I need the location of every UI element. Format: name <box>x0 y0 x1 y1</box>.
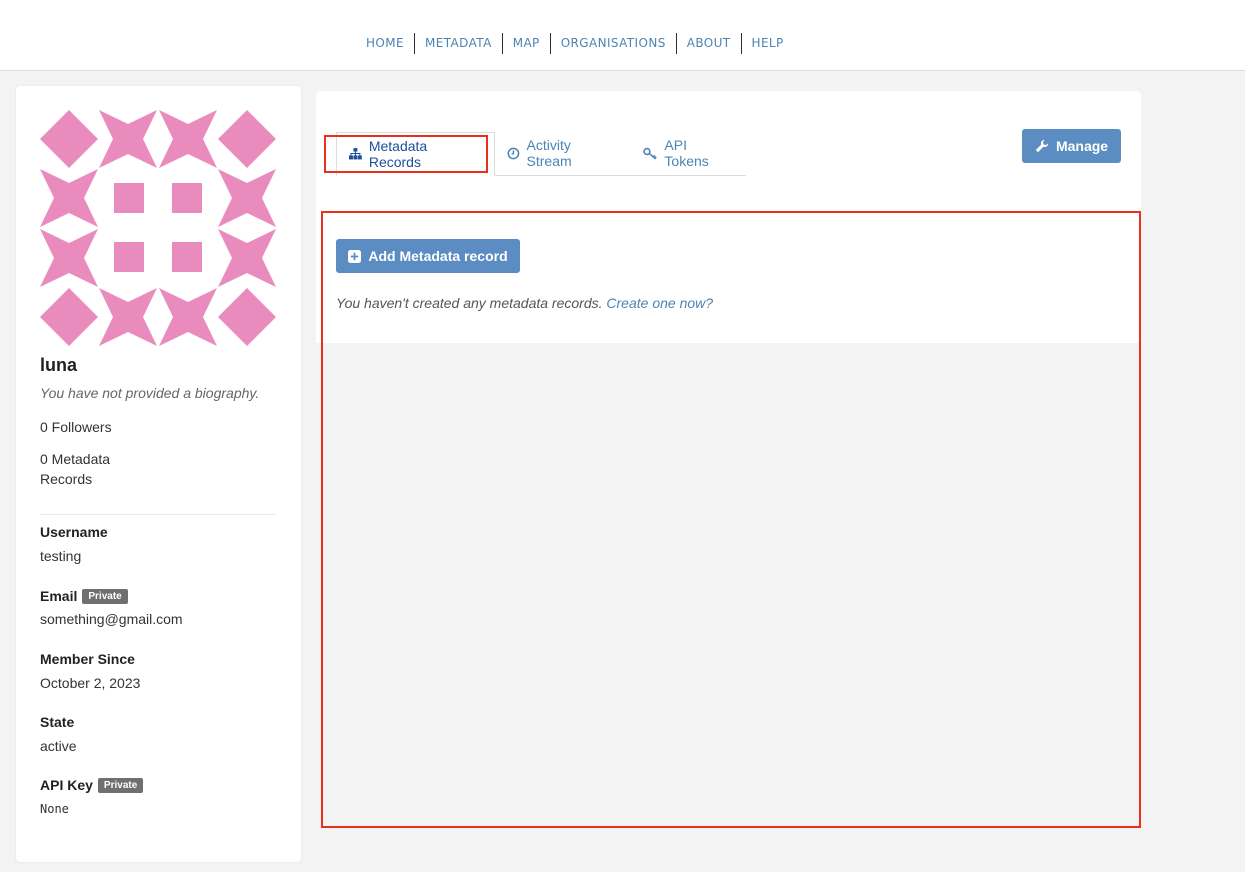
user-name: luna <box>40 355 78 375</box>
state-label: State <box>40 714 75 730</box>
api-key-label-row: API Key Private <box>40 777 144 793</box>
email-private-badge: Private <box>82 589 128 604</box>
followers-count: 0 Followers <box>40 419 112 435</box>
main-nav: HOME METADATA MAP ORGANISATIONS ABOUT HE… <box>356 33 794 54</box>
tab-activity-stream[interactable]: Activity Stream <box>495 131 631 175</box>
email-label-row: Email Private <box>40 588 128 604</box>
wrench-icon <box>1035 139 1049 153</box>
tab-api-tokens[interactable]: API Tokens <box>631 131 746 175</box>
tab-label: API Tokens <box>664 137 709 169</box>
user-bio: You have not provided a biography. <box>40 385 260 401</box>
highlight-box-content <box>321 211 1141 828</box>
email-label: Email <box>40 588 78 604</box>
username-label: Username <box>40 524 108 540</box>
key-icon <box>642 147 657 160</box>
state-value: active <box>40 738 77 754</box>
profile-sidebar: luna You have not provided a biography. … <box>16 86 301 862</box>
api-key-label: API Key <box>40 777 93 793</box>
highlight-box-tab <box>324 135 488 173</box>
api-key-value: None <box>40 802 69 816</box>
username-value: testing <box>40 548 82 564</box>
nav-help[interactable]: HELP <box>742 33 794 54</box>
member-since-label: Member Since <box>40 651 135 667</box>
sidebar-divider <box>40 514 276 515</box>
tab-label: Activity Stream <box>526 137 572 169</box>
api-key-private-badge: Private <box>97 778 144 793</box>
clock-icon <box>507 147 520 159</box>
email-value: something@gmail.com <box>40 611 183 627</box>
nav-map[interactable]: MAP <box>503 33 551 54</box>
manage-button[interactable]: Manage <box>1022 129 1121 163</box>
nav-organisations[interactable]: ORGANISATIONS <box>551 33 677 54</box>
manage-button-label: Manage <box>1055 138 1109 154</box>
metadata-records-count: 0 Metadata Records <box>40 451 111 487</box>
nav-metadata[interactable]: METADATA <box>415 33 503 54</box>
nav-about[interactable]: ABOUT <box>677 33 742 54</box>
member-since-value: October 2, 2023 <box>40 675 141 691</box>
nav-home[interactable]: HOME <box>356 33 416 54</box>
avatar <box>40 110 276 346</box>
top-navbar: HOME METADATA MAP ORGANISATIONS ABOUT HE… <box>0 0 1245 71</box>
